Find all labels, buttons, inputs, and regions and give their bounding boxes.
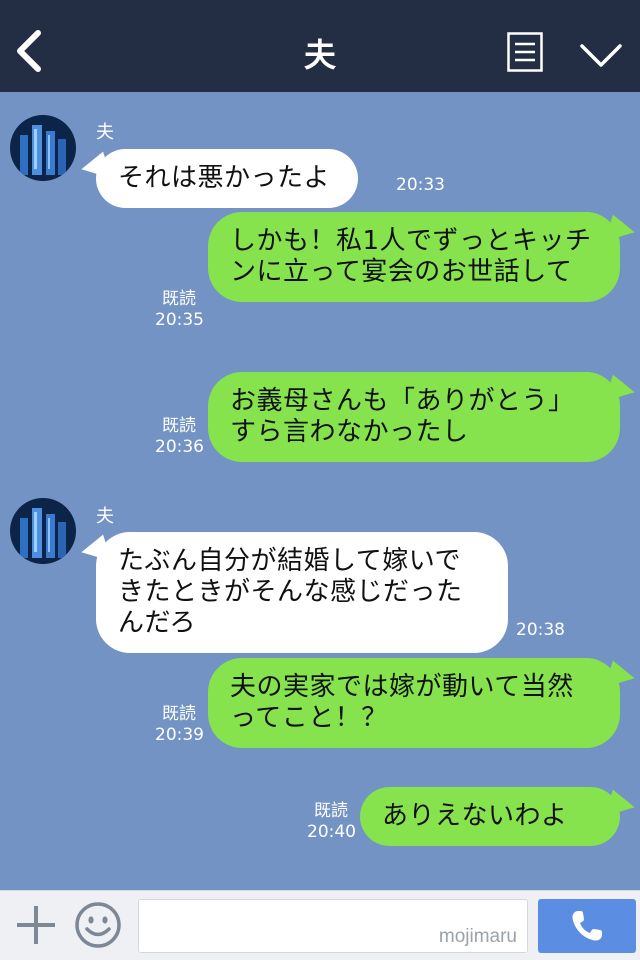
message-time: 20:39 <box>155 725 204 745</box>
chat-header: 夫 <box>0 0 640 92</box>
message-input[interactable]: mojimaru <box>138 899 528 953</box>
read-receipt: 既読 <box>162 289 196 309</box>
menu-list-icon <box>507 32 543 72</box>
chevron-down-icon <box>580 44 622 67</box>
message-time: 20:33 <box>396 175 445 195</box>
smiley-icon <box>75 902 121 948</box>
message-bubble-incoming[interactable]: たぶん自分が結婚して嫁いできたときがそんな感じだったんだろ <box>96 532 508 653</box>
add-button[interactable] <box>14 903 58 947</box>
chat-title: 夫 <box>303 36 336 74</box>
message-bubble-outgoing[interactable]: しかも！私1人でずっとキッチンに立って宴会のお世話して <box>208 212 620 302</box>
avatar[interactable] <box>10 115 76 181</box>
message-bubble-outgoing[interactable]: お義母さんも「ありがとう」すら言わなかったし <box>208 372 620 462</box>
read-receipt: 既読 <box>162 704 196 724</box>
message-time: 20:35 <box>155 310 204 330</box>
sender-name: 夫 <box>96 122 114 143</box>
watermark-text: mojimaru <box>438 926 517 947</box>
sender-name: 夫 <box>96 506 114 527</box>
call-button[interactable] <box>538 899 636 953</box>
message-time: 20:38 <box>516 620 565 640</box>
read-receipt: 既読 <box>162 416 196 436</box>
chat-area[interactable]: 夫 それは悪かったよ 20:33 しかも！私1人でずっとキッチンに立って宴会のお… <box>0 92 640 890</box>
collapse-button[interactable] <box>578 38 624 72</box>
message-bubble-incoming[interactable]: それは悪かったよ <box>96 149 358 208</box>
menu-button[interactable] <box>507 32 543 72</box>
message-bubble-outgoing[interactable]: 夫の実家では嫁が動いて当然ってこと！？ <box>208 658 620 748</box>
message-time: 20:36 <box>155 437 204 457</box>
message-bubble-outgoing[interactable]: ありえないわよ <box>360 787 620 846</box>
emoji-button[interactable] <box>74 901 122 949</box>
input-bar: mojimaru <box>0 890 640 960</box>
message-time: 20:40 <box>307 822 356 842</box>
phone-icon <box>572 911 602 941</box>
read-receipt: 既読 <box>314 801 348 821</box>
avatar[interactable] <box>10 498 76 564</box>
plus-icon <box>17 906 55 944</box>
